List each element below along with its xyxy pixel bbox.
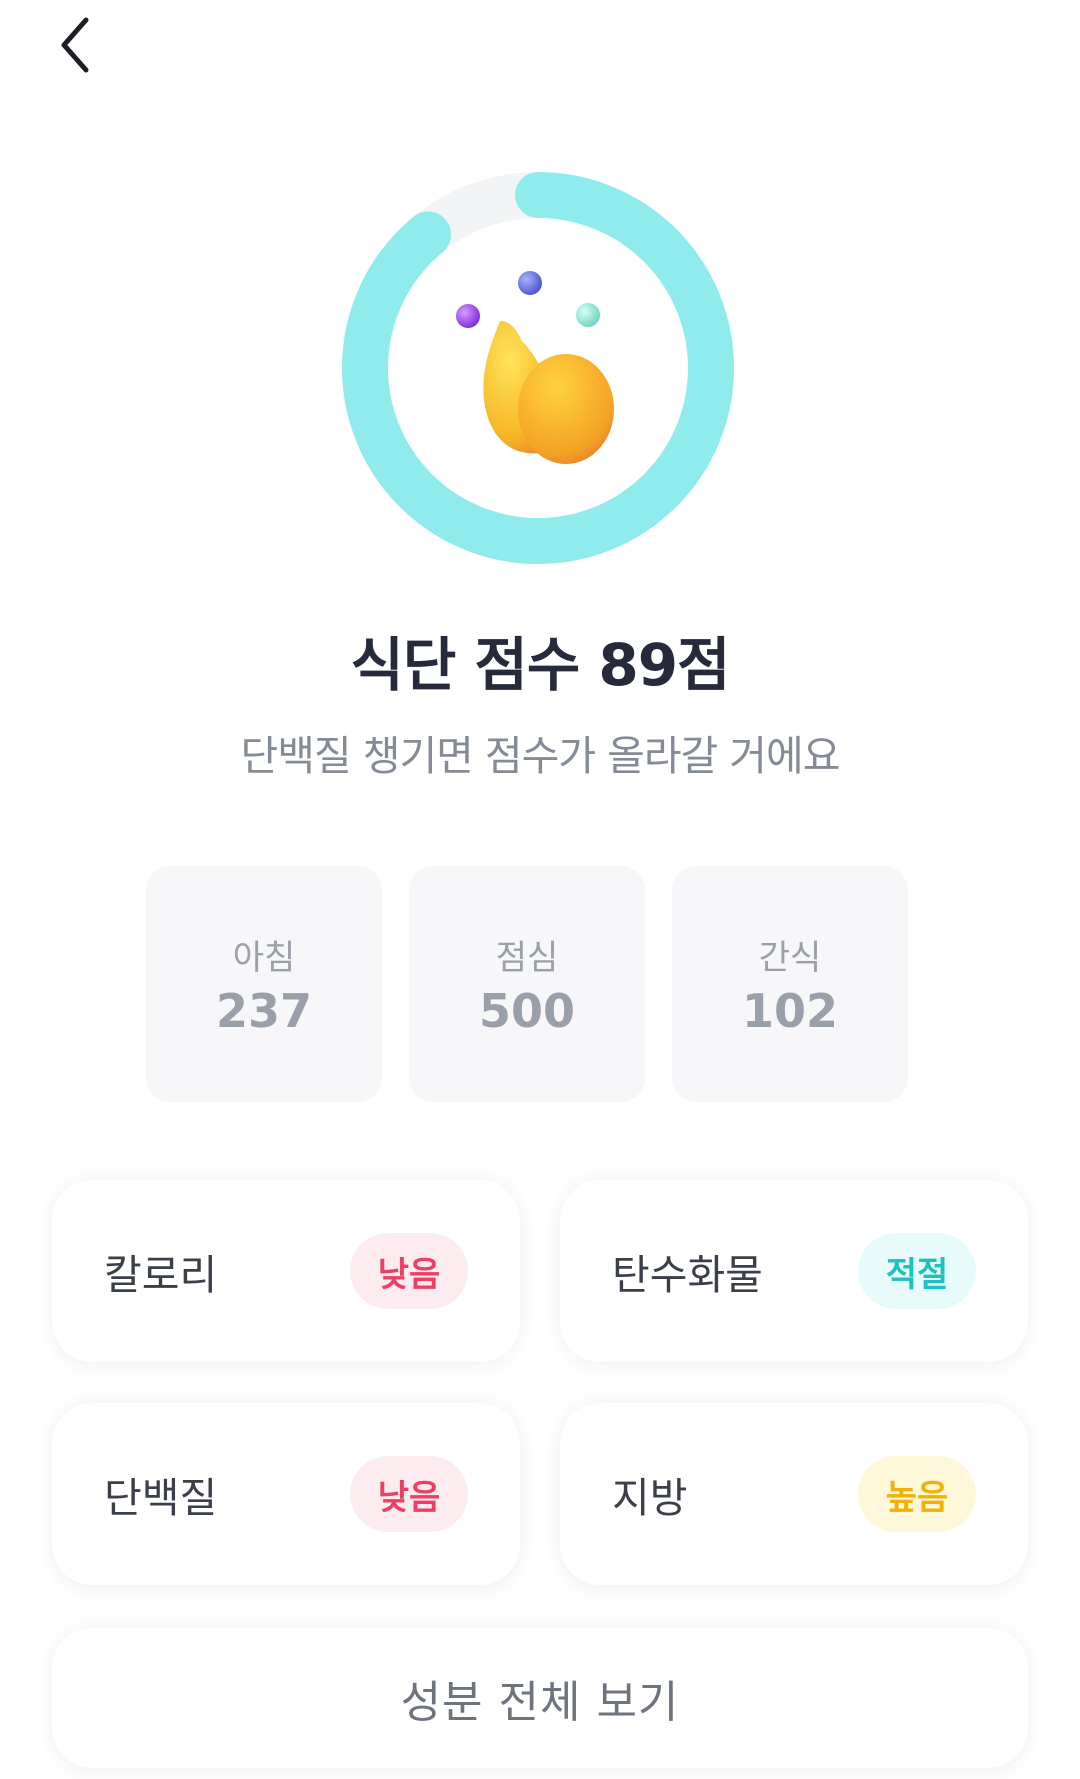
score-title: 식단 점수 89점 <box>350 631 731 699</box>
meal-calories: 237 <box>215 984 313 1038</box>
meal-label: 간식 <box>758 938 822 978</box>
status-badge: 낮음 <box>350 1456 468 1532</box>
meal-label: 아침 <box>232 938 296 978</box>
nutrient-label: 지방 <box>612 1474 688 1522</box>
diet-score-screen: 식단 점수 89점 단백질 챙기면 점수가 올라갈 거에요 아침 237 점심 … <box>0 0 1080 1779</box>
meal-card-snack: 간식 102 <box>672 866 908 1102</box>
meal-card-lunch: 점심 500 <box>409 866 645 1102</box>
nutrient-label: 칼로리 <box>104 1251 218 1299</box>
nutrient-label: 탄수화물 <box>612 1251 763 1299</box>
meal-calories: 500 <box>478 984 576 1038</box>
nutrient-card-carbs[interactable]: 탄수화물 적절 <box>560 1180 1028 1362</box>
view-all-nutrients-button[interactable]: 성분 전체 보기 <box>52 1628 1028 1768</box>
score-progress-ring <box>338 168 738 568</box>
meal-label: 점심 <box>495 938 559 978</box>
back-button[interactable] <box>46 10 106 80</box>
status-badge: 적절 <box>858 1233 976 1309</box>
mascot-icon <box>456 271 614 464</box>
score-subtitle: 단백질 챙기면 점수가 올라갈 거에요 <box>240 732 841 780</box>
nutrient-label: 단백질 <box>104 1474 218 1522</box>
meal-calories: 102 <box>741 984 839 1038</box>
nutrient-card-protein[interactable]: 단백질 낮음 <box>52 1403 520 1585</box>
nutrient-card-fat[interactable]: 지방 높음 <box>560 1403 1028 1585</box>
status-badge: 낮음 <box>350 1233 468 1309</box>
status-badge: 높음 <box>858 1456 976 1532</box>
meal-card-breakfast: 아침 237 <box>146 866 382 1102</box>
chevron-left-icon <box>61 17 89 73</box>
nutrient-card-calories[interactable]: 칼로리 낮음 <box>52 1180 520 1362</box>
